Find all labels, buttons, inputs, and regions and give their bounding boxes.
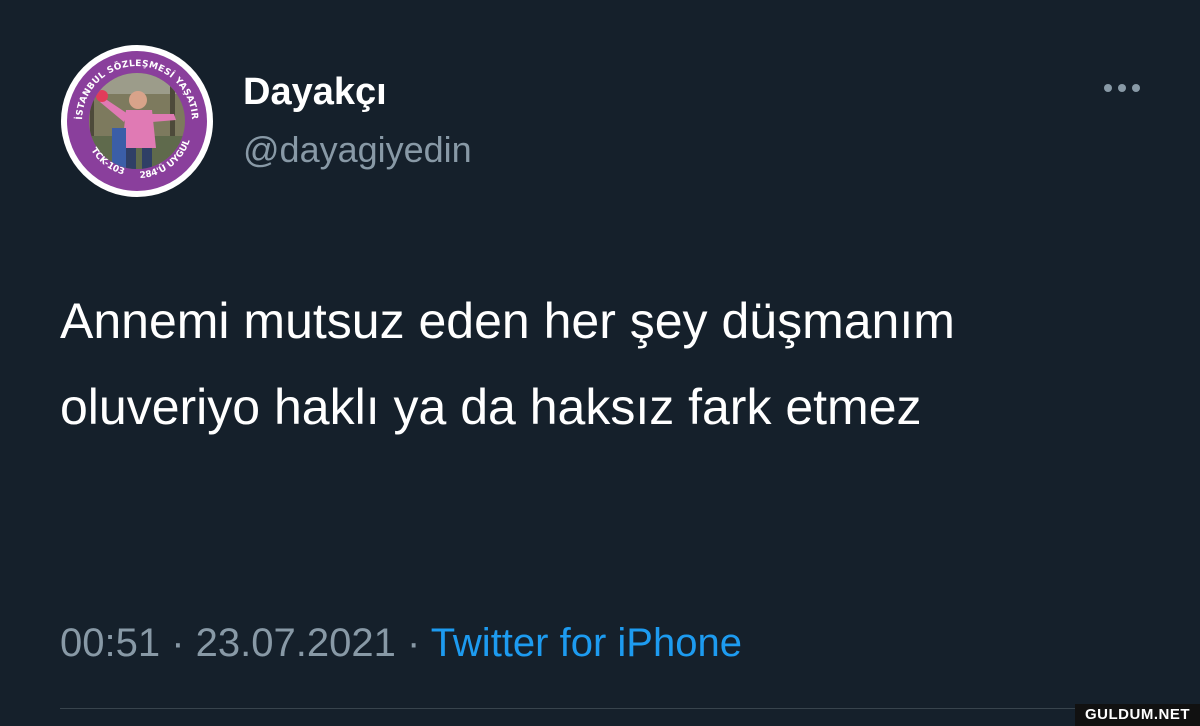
watermark: GULDUM.NET xyxy=(1075,704,1200,726)
avatar-badge-image: İSTANBUL SÖZLEŞMESİ YAŞATIR TCK-103 6284… xyxy=(57,37,213,197)
tweet: İSTANBUL SÖZLEŞMESİ YAŞATIR TCK-103 6284… xyxy=(0,0,1200,726)
meta-separator: · xyxy=(160,621,196,665)
more-options-button[interactable] xyxy=(1096,70,1148,106)
tweet-date[interactable]: 23.07.2021 xyxy=(196,621,396,665)
display-name[interactable]: Dayakçı xyxy=(243,72,472,112)
tweet-time[interactable]: 00:51 xyxy=(60,621,160,665)
meta-separator: · xyxy=(395,621,431,665)
divider xyxy=(60,708,1200,709)
tweet-text: Annemi mutsuz eden her şey düşmanım oluv… xyxy=(60,293,955,435)
tweet-meta: 00:51 · 23.07.2021 · Twitter for iPhone xyxy=(60,618,742,668)
more-horizontal-icon xyxy=(1104,84,1140,92)
avatar[interactable]: İSTANBUL SÖZLEŞMESİ YAŞATIR TCK-103 6284… xyxy=(57,37,214,198)
user-handle[interactable]: @dayagiyedin xyxy=(243,130,472,170)
tweet-source-link[interactable]: Twitter for iPhone xyxy=(431,621,742,665)
author-block: Dayakçı @dayagiyedin xyxy=(243,72,472,170)
